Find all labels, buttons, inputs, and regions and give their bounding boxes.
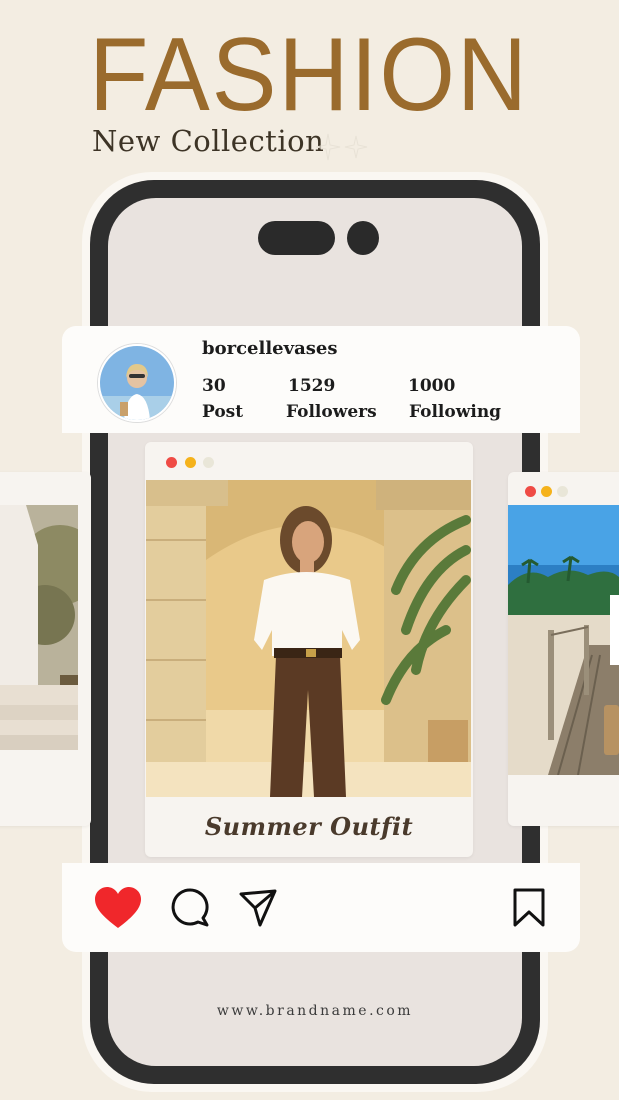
window-close-dot (525, 486, 536, 497)
subtitle: New Collection (92, 124, 325, 158)
window-minimize-dot (185, 457, 196, 468)
followers-label[interactable]: Followers (286, 402, 377, 422)
profile-username[interactable]: borcellevases (202, 338, 337, 359)
window-minimize-dot (541, 486, 552, 497)
post-card-left[interactable] (0, 472, 91, 826)
post-label: Post (202, 402, 244, 422)
bookmark-icon[interactable] (512, 888, 546, 928)
following-count[interactable]: 1000 (408, 376, 455, 396)
window-close-dot (166, 457, 177, 468)
comment-icon[interactable] (170, 888, 210, 928)
post-card-right[interactable] (508, 472, 619, 826)
post-image-left (0, 505, 78, 797)
following-label[interactable]: Following (409, 402, 501, 422)
heart-icon[interactable] (94, 886, 142, 930)
sparkle-icon (316, 133, 368, 161)
post-count: 30 (202, 376, 226, 396)
fashion-title: FASHION (89, 17, 529, 124)
post-caption: Summer Outfit (204, 812, 414, 841)
website-url[interactable]: www.brandname.com (108, 1003, 522, 1019)
window-maximize-dot (557, 486, 568, 497)
share-icon[interactable] (238, 888, 278, 928)
post-image-right (508, 505, 619, 775)
post-image-main (146, 480, 471, 797)
window-maximize-dot (203, 457, 214, 468)
avatar[interactable] (98, 344, 176, 422)
avatar-image (100, 346, 174, 420)
post-card-main[interactable]: Summer Outfit (145, 442, 473, 857)
dynamic-island (258, 221, 335, 255)
camera-lens (347, 221, 379, 255)
fashion-title-text: FASHION (89, 17, 529, 124)
followers-count[interactable]: 1529 (288, 376, 335, 396)
